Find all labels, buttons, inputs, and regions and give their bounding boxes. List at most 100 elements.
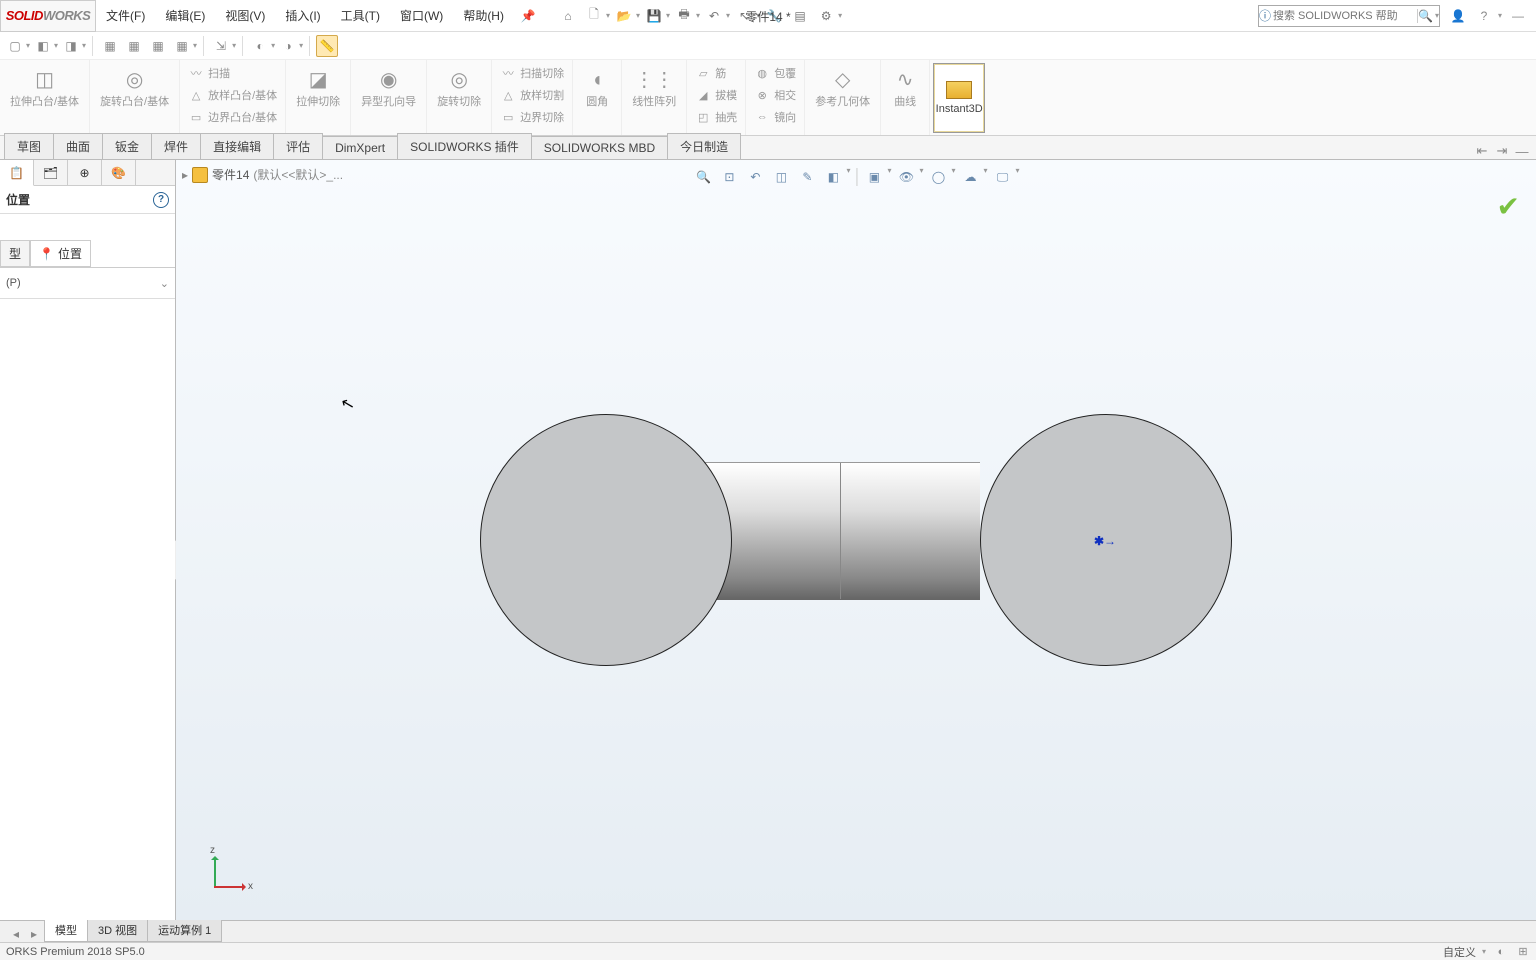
btab-next-icon[interactable]: ▸ [26,926,42,942]
options-icon[interactable]: ⚙ [814,4,838,28]
qt-misc1-icon[interactable]: ◐ [249,35,271,57]
zoom-area-icon[interactable]: ⊡ [718,166,740,188]
panel-section-header[interactable]: (P) ⌄ [6,272,169,294]
apply-scene-icon[interactable]: ☁ [960,166,982,188]
cmd-revolved-cut[interactable]: ◎旋转切除 [431,62,487,112]
tab-evaluate[interactable]: 评估 [273,133,323,159]
cmd-mirror[interactable]: ⇔镜向 [750,106,800,128]
model-shaft[interactable] [700,462,980,600]
undo-icon[interactable]: ↶ [702,4,726,28]
qt-assy4-icon[interactable]: ▦ [171,35,193,57]
qt-cube2-icon[interactable]: ◨ [60,35,82,57]
origin-marker-icon[interactable]: ✱→ [1094,534,1116,548]
tab-sheetmetal[interactable]: 钣金 [102,133,152,159]
cmd-sweep[interactable]: 〰扫描 [184,62,234,84]
view-orientation-icon[interactable]: ◧ [822,166,844,188]
menu-window[interactable]: 窗口(W) [390,0,453,31]
minimize-icon[interactable]: ― [1508,6,1528,26]
cmd-revolved-boss[interactable]: ◎旋转凸台/基体 [94,62,175,112]
section-view-icon[interactable]: ◫ [770,166,792,188]
cmd-extruded-boss[interactable]: ◫拉伸凸台/基体 [4,62,85,112]
cmd-boundary-cut[interactable]: ▭边界切除 [496,106,568,128]
tab-surface[interactable]: 曲面 [53,133,103,159]
file-props-icon[interactable]: ▤ [788,4,812,28]
panel-collapse-right-icon[interactable]: ⇥ [1494,143,1510,159]
cmd-reference-geometry[interactable]: ◇参考几何体 [809,62,876,112]
cmd-intersect[interactable]: ⊗相交 [750,84,800,106]
btab-3dview[interactable]: 3D 视图 [87,918,148,942]
save-icon[interactable]: 💾 [642,4,666,28]
cmd-draft[interactable]: ◢拔模 [691,84,741,106]
print-icon[interactable]: 🖶 [672,4,696,28]
menu-tools[interactable]: 工具(T) [331,0,390,31]
cmd-loft-cut[interactable]: △放样切割 [496,84,568,106]
confirm-ok-icon[interactable]: ✔ [1497,190,1520,223]
hide-show-icon[interactable]: 👁 [895,166,917,188]
menu-edit[interactable]: 编辑(E) [155,0,215,31]
tab-addins[interactable]: SOLIDWORKS 插件 [397,133,532,159]
status-icon-2[interactable]: ⊞ [1516,945,1530,959]
cmd-hole-wizard[interactable]: ◉异型孔向导 [355,62,422,112]
qt-sketch-icon[interactable]: ▢ [4,35,26,57]
model-disc-left[interactable] [480,414,732,666]
qt-measure-icon[interactable]: 📏 [316,35,338,57]
status-icon-1[interactable]: ◐ [1494,945,1508,959]
cmd-sweep-cut[interactable]: 〰扫描切除 [496,62,568,84]
panel-tab-config-icon[interactable]: ⊕ [68,160,102,185]
tab-weldment[interactable]: 焊件 [151,133,201,159]
cmd-rib[interactable]: ▱筋 [691,62,730,84]
cmd-loft-boss[interactable]: △放样凸台/基体 [184,84,281,106]
qt-misc2-icon[interactable]: ◑ [277,35,299,57]
open-icon[interactable]: 📂 [612,4,636,28]
display-style-icon[interactable]: ▣ [863,166,885,188]
panel-tab-feature-tree-icon[interactable]: 📋 [0,160,34,186]
tab-today[interactable]: 今日制造 [667,133,741,159]
subtab-position[interactable]: 📍位置 [30,240,91,267]
qt-assy1-icon[interactable]: ▦ [99,35,121,57]
cmd-boundary-boss[interactable]: ▭边界凸台/基体 [184,106,281,128]
user-icon[interactable]: 👤 [1448,6,1468,26]
home-icon[interactable]: ⌂ [556,4,580,28]
cmd-extruded-cut[interactable]: ◪拉伸切除 [290,62,346,112]
qt-assy3-icon[interactable]: ▦ [147,35,169,57]
cmd-instant3d[interactable]: Instant3D [933,63,985,133]
tab-mbd[interactable]: SOLIDWORKS MBD [531,136,668,159]
cmd-fillet[interactable]: ◖圆角 [577,62,617,112]
help-icon[interactable]: ? [1474,6,1494,26]
btab-motion[interactable]: 运动算例 1 [147,918,222,942]
breadcrumb-part-name[interactable]: 零件14 [212,166,249,183]
tab-dimxpert[interactable]: DimXpert [322,136,398,159]
cmd-wrap[interactable]: ◍包覆 [750,62,800,84]
qt-assy2-icon[interactable]: ▦ [123,35,145,57]
graphics-viewport[interactable]: ▸ 零件14 (默认<<默认>_... 🔍 ⊡ ↶ ◫ ✎ ◧▾ ▣▾ 👁▾ ◯… [176,160,1536,920]
menu-file[interactable]: 文件(F) [96,0,155,31]
dynamic-annotation-icon[interactable]: ✎ [796,166,818,188]
qt-dim-icon[interactable]: ⇲ [210,35,232,57]
panel-collapse-left-icon[interactable]: ⇤ [1474,143,1490,159]
cmd-curves[interactable]: ∿曲线 [885,62,925,112]
cmd-linear-pattern[interactable]: ⋮⋮线性阵列 [626,62,682,112]
menu-help[interactable]: 帮助(H) [453,0,514,31]
menu-view[interactable]: 视图(V) [215,0,275,31]
breadcrumb-expand-icon[interactable]: ▸ [182,168,188,182]
search-input[interactable] [1271,10,1417,22]
tab-sketch[interactable]: 草图 [4,133,54,159]
panel-minimize-icon[interactable]: — [1514,143,1530,159]
tab-direct-edit[interactable]: 直接编辑 [200,133,274,159]
subtab-type[interactable]: 型 [0,240,30,267]
btab-prev-icon[interactable]: ◂ [8,926,24,942]
pin-icon[interactable]: 📌 [520,8,536,24]
qt-cube-icon[interactable]: ◧ [32,35,54,57]
panel-help-icon[interactable]: ? [153,192,169,208]
search-box[interactable]: ⓘ 🔍 ▾ [1258,5,1440,27]
edit-appearance-icon[interactable]: ◯ [928,166,950,188]
panel-tab-property-icon[interactable]: 🗂 [34,160,68,185]
prev-view-icon[interactable]: ↶ [744,166,766,188]
view-settings-icon[interactable]: 🖵 [992,166,1014,188]
chevron-down-icon[interactable]: ⌄ [160,277,169,290]
zoom-fit-icon[interactable]: 🔍 [692,166,714,188]
status-custom[interactable]: 自定义 [1443,944,1476,960]
panel-tab-appearance-icon[interactable]: 🎨 [102,160,136,185]
menu-insert[interactable]: 插入(I) [275,0,330,31]
btab-model[interactable]: 模型 [44,918,88,942]
